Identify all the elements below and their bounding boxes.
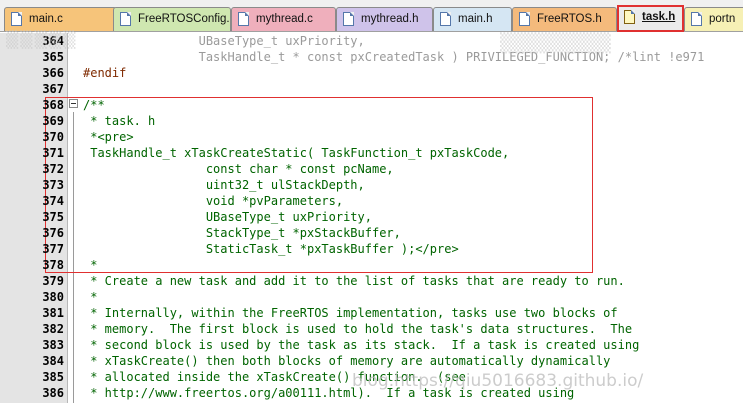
code-line: 384 * xTaskCreate() then both blocks of …: [0, 353, 743, 369]
tab-label: mythread.c: [256, 13, 313, 25]
code-line: 379 * Create a new task and add it to th…: [0, 273, 743, 289]
tab-label: FreeRTOSConfig.h: [138, 13, 231, 25]
code-text: * allocated inside the xTaskCreate() fun…: [83, 370, 466, 384]
file-icon: [11, 12, 22, 26]
code-text: *: [83, 258, 98, 272]
code-text: TaskHandle_t * const pxCreatedTask ) PRI…: [83, 50, 705, 64]
tab-label: FreeRTOS.h: [537, 13, 602, 25]
code-text: * task. h: [83, 114, 156, 128]
line-number: 369: [42, 114, 64, 128]
code-text: TaskHandle_t xTaskCreateStatic( TaskFunc…: [83, 146, 510, 160]
code-text: * Internally, within the FreeRTOS implem…: [83, 306, 618, 320]
file-icon: [440, 12, 451, 26]
file-tab-bar: main.c FreeRTOSConfig.h mythread.c mythread…: [0, 0, 743, 32]
code-line: 369 * task. h: [0, 113, 743, 129]
tab-portn[interactable]: portn: [684, 7, 743, 31]
code-text: /**: [83, 98, 105, 112]
file-icon: [691, 12, 702, 26]
code-line: 375 UBaseType_t uxPriority,: [0, 209, 743, 225]
line-number: 375: [42, 210, 64, 224]
code-line: 364 UBaseType_t uxPriority,: [0, 33, 743, 49]
code-line: 367: [0, 81, 743, 97]
code-line: 376 StackType_t *pxStackBuffer,: [0, 225, 743, 241]
file-icon: [238, 12, 249, 26]
line-number: 368: [42, 98, 64, 112]
code-line: 378 *: [0, 257, 743, 273]
line-number: 385: [42, 370, 64, 384]
tab-freertos-h[interactable]: FreeRTOS.h: [512, 7, 617, 31]
code-text: #endif: [83, 66, 127, 80]
tab-mythread-c[interactable]: mythread.c: [231, 7, 336, 31]
tab-task-h[interactable]: task.h: [617, 5, 684, 31]
code-line: 382 * memory. The first block is used to…: [0, 321, 743, 337]
line-number: 366: [42, 66, 64, 80]
line-number: 379: [42, 274, 64, 288]
code-text: *: [83, 290, 98, 304]
tab-freertosconfig-h[interactable]: FreeRTOSConfig.h: [113, 7, 231, 31]
code-line: 373 uint32_t ulStackDepth,: [0, 177, 743, 193]
line-number: 378: [42, 258, 64, 272]
line-number: 371: [42, 146, 64, 160]
code-line: 383 * second block is used by the task a…: [0, 337, 743, 353]
code-editor[interactable]: 364 UBaseType_t uxPriority, 365 TaskHandl…: [0, 33, 743, 403]
code-line: 381 * Internally, within the FreeRTOS im…: [0, 305, 743, 321]
line-number: 384: [42, 354, 64, 368]
line-number: 382: [42, 322, 64, 336]
code-line: 371 TaskHandle_t xTaskCreateStatic( Task…: [0, 145, 743, 161]
code-text: UBaseType_t uxPriority,: [83, 210, 372, 224]
line-number: 374: [42, 194, 64, 208]
line-number: 386: [42, 386, 64, 400]
line-number: 367: [42, 82, 64, 96]
tab-label: mythread.h: [361, 13, 419, 25]
code-line: 365 TaskHandle_t * const pxCreatedTask )…: [0, 49, 743, 65]
tab-label: task.h: [642, 11, 676, 23]
tab-label: main.c: [29, 13, 63, 25]
code-line: 377 StaticTask_t *pxTaskBuffer );</pre>: [0, 241, 743, 257]
code-line: 372 const char * const pcName,: [0, 161, 743, 177]
code-text: UBaseType_t uxPriority,: [83, 34, 365, 48]
code-text: * http://www.freertos.org/a00111.html). …: [83, 386, 575, 400]
file-icon: [519, 12, 530, 26]
tab-main-c[interactable]: main.c: [4, 7, 117, 31]
tab-label: portn: [709, 13, 736, 25]
line-number: 372: [42, 162, 64, 176]
line-number: 381: [42, 306, 64, 320]
file-icon: [343, 12, 354, 26]
code-text: StackType_t *pxStackBuffer,: [83, 226, 401, 240]
line-number: 365: [42, 50, 64, 64]
code-line: 366 #endif: [0, 65, 743, 81]
line-number: 380: [42, 290, 64, 304]
code-line: 385 * allocated inside the xTaskCreate()…: [0, 369, 743, 385]
line-number: 377: [42, 242, 64, 256]
line-number: 383: [42, 338, 64, 352]
code-text: StaticTask_t *pxTaskBuffer );</pre>: [83, 242, 459, 256]
code-line: 368 /**: [0, 97, 743, 113]
line-number: 364: [42, 34, 64, 48]
line-number: 373: [42, 178, 64, 192]
tab-label: main.h: [458, 13, 493, 25]
code-text: void *pvParameters,: [83, 194, 344, 208]
file-icon: [120, 12, 131, 26]
code-line: 370 *<pre>: [0, 129, 743, 145]
line-number: 376: [42, 226, 64, 240]
code-text: * memory. The first block is used to hol…: [83, 322, 633, 336]
code-text: * second block is used by the task as it…: [83, 338, 640, 352]
tab-mythread-h[interactable]: mythread.h: [336, 7, 433, 31]
code-line: 374 void *pvParameters,: [0, 193, 743, 209]
code-text: uint32_t ulStackDepth,: [83, 178, 365, 192]
code-line: 386 * http://www.freertos.org/a00111.htm…: [0, 385, 743, 401]
code-text: *<pre>: [83, 130, 134, 144]
tab-main-h[interactable]: main.h: [433, 7, 512, 31]
file-icon: [624, 10, 635, 24]
code-text: * xTaskCreate() then both blocks of memo…: [83, 354, 611, 368]
code-line: 380 *: [0, 289, 743, 305]
code-text: const char * const pcName,: [83, 162, 394, 176]
line-number: 370: [42, 130, 64, 144]
code-text: * Create a new task and add it to the li…: [83, 274, 625, 288]
